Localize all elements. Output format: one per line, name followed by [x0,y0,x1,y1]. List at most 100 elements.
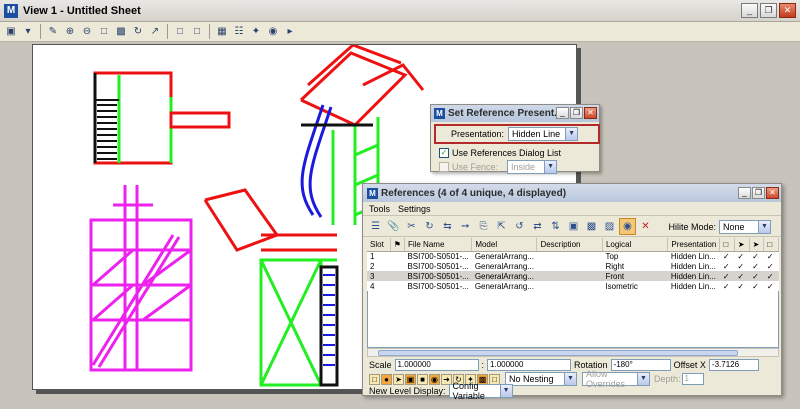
scrollbar-thumb[interactable] [378,350,738,356]
depth-input[interactable]: 1 [681,373,704,385]
cell-check[interactable]: ✓ [720,281,735,291]
column-header-slot[interactable]: Slot [367,238,391,252]
presentation-select[interactable]: Hidden Line ▼ [508,127,579,141]
list-view-icon[interactable]: ☰ [367,218,384,235]
cell-check[interactable]: ✓ [749,261,764,271]
minimize-button[interactable]: _ [738,187,751,199]
copy-icon[interactable]: ⎘ [475,218,492,235]
chevron-down-icon[interactable]: ▼ [564,373,576,385]
lock-toggle-icon[interactable]: ■ [417,373,428,385]
cell-check[interactable]: ✓ [749,281,764,291]
cell-check[interactable]: ✓ [764,281,779,291]
use-fence-checkbox[interactable] [439,162,449,172]
column-header-clip[interactable]: □ [763,238,779,252]
fence-mode-select[interactable]: Inside ▼ [507,160,558,174]
minimize-button[interactable]: _ [556,107,569,119]
overrides-select[interactable]: Allow Overrides ▼ [582,369,650,389]
column-header-presentation[interactable]: Presentation [667,238,721,252]
window-area-icon[interactable]: □ [96,24,112,40]
display-toggle-icon[interactable]: □ [369,373,380,385]
view-next-icon[interactable]: □ [189,24,205,40]
cell-check[interactable]: ✓ [749,251,764,261]
exchange-icon[interactable]: ⇆ [439,218,456,235]
cell-check[interactable]: ✓ [720,251,735,261]
mirror-vertical-icon[interactable]: ⇅ [547,218,564,235]
set-presentation-icon[interactable]: ◉ [619,217,636,235]
clip-toggle-icon[interactable]: ▣ [405,373,416,385]
zoom-out-icon[interactable]: ⊖ [79,24,95,40]
maximize-button[interactable]: ❐ [570,107,583,119]
rotate-view-icon[interactable]: ↻ [130,24,146,40]
detach-icon[interactable]: ✂ [403,218,420,235]
scale-reference-input[interactable]: 1.000000 [487,359,572,371]
scale-icon[interactable]: ⇱ [493,218,510,235]
move-icon[interactable]: ➙ [457,218,474,235]
offset-x-input[interactable]: -3.7126 [708,359,759,371]
mirror-horizontal-icon[interactable]: ⇄ [529,218,546,235]
chevron-down-icon[interactable]: ▼ [637,373,649,385]
view-attributes-icon[interactable]: ☷ [231,24,247,40]
maximize-button[interactable]: ❐ [752,187,765,199]
arrow-right-icon[interactable]: ➜ [441,373,452,385]
copy-view-icon[interactable]: ▦ [214,24,230,40]
column-header-snap[interactable]: ➤ [734,238,750,252]
pan-view-icon[interactable]: ↗ [147,24,163,40]
camera-icon[interactable]: ◉ [265,24,281,40]
column-header-model[interactable]: Model [471,238,538,252]
cell-check[interactable]: ✓ [734,271,750,281]
color-toggle-icon[interactable]: ◉ [429,373,440,385]
close-button[interactable]: ✕ [779,3,796,18]
table-row[interactable]: 1 BSI700-S0501-... GeneralArrang... Top … [367,251,779,261]
clip-volume-icon[interactable]: ▸ [282,24,298,40]
table-row-selected[interactable]: 3 BSI700-S0501-... GeneralArrang... Fron… [367,271,779,281]
column-header-description[interactable]: Description [536,238,603,252]
display-style-icon[interactable]: ✦ [248,24,264,40]
column-header-file-name[interactable]: File Name [404,238,473,252]
chevron-down-icon[interactable]: ▼ [499,385,512,397]
cell-check[interactable]: ✓ [719,271,735,281]
main-window-title-bar[interactable]: M View 1 - Untitled Sheet _ ❐ ✕ [0,0,800,22]
close-button[interactable]: ✕ [584,107,597,119]
cell-check[interactable]: ✓ [734,251,749,261]
chevron-down-icon[interactable]: ▼ [544,161,557,173]
menu-tools[interactable]: Tools [369,204,390,214]
scale-master-input[interactable]: 1.000000 [394,359,479,371]
dialog-title-bar[interactable]: M References (4 of 4 unique, 4 displayed… [363,184,781,202]
use-references-checkbox[interactable]: ✓ [439,148,449,158]
maximize-button[interactable]: ❐ [760,3,777,18]
rotate-icon[interactable]: ↺ [511,218,528,235]
view-group-icon[interactable]: ▣ [3,24,19,40]
zoom-in-icon[interactable]: ⊕ [62,24,78,40]
menu-settings[interactable]: Settings [398,204,431,214]
attach-icon[interactable]: 📎 [385,218,402,235]
update-view-icon[interactable]: ✎ [45,24,61,40]
cell-check[interactable]: ✓ [720,261,735,271]
column-header-locate[interactable]: ➤ [749,238,765,252]
chevron-down-icon[interactable]: ▼ [758,221,770,233]
clip-boundary-icon[interactable]: ▣ [565,218,582,235]
column-header-logical[interactable]: Logical [602,238,669,252]
horizontal-scrollbar[interactable] [367,348,779,357]
locate-toggle-icon[interactable]: ➤ [393,373,404,385]
nesting-select[interactable]: No Nesting ▼ [505,372,577,386]
column-header-display[interactable]: □ [719,238,735,252]
cell-check[interactable]: ✓ [749,271,764,281]
new-level-display-select[interactable]: Config Variable ▼ [448,381,513,401]
column-header-flag[interactable]: ⚑ [390,238,405,252]
view-previous-icon[interactable]: □ [172,24,188,40]
minimize-button[interactable]: _ [741,3,758,18]
close-button[interactable]: ✕ [766,187,779,199]
cell-check[interactable]: ✓ [734,261,749,271]
hilite-mode-select[interactable]: None ▼ [719,220,771,234]
table-row[interactable]: 2 BSI700-S0501-... GeneralArrang... Righ… [367,261,779,271]
cell-check[interactable]: ✓ [763,271,779,281]
table-row[interactable]: 4 BSI700-S0501-... GeneralArrang... Isom… [367,281,779,291]
cell-check[interactable]: ✓ [734,281,749,291]
cell-check[interactable]: ✓ [764,251,779,261]
clip-front-icon[interactable]: ▨ [601,218,618,235]
reload-icon[interactable]: ↻ [421,218,438,235]
chevron-down-icon[interactable]: ▼ [565,128,578,140]
snap-toggle-icon[interactable]: ● [381,373,392,385]
clip-delete-icon[interactable]: ✕ [637,218,654,235]
cell-check[interactable]: ✓ [764,261,779,271]
